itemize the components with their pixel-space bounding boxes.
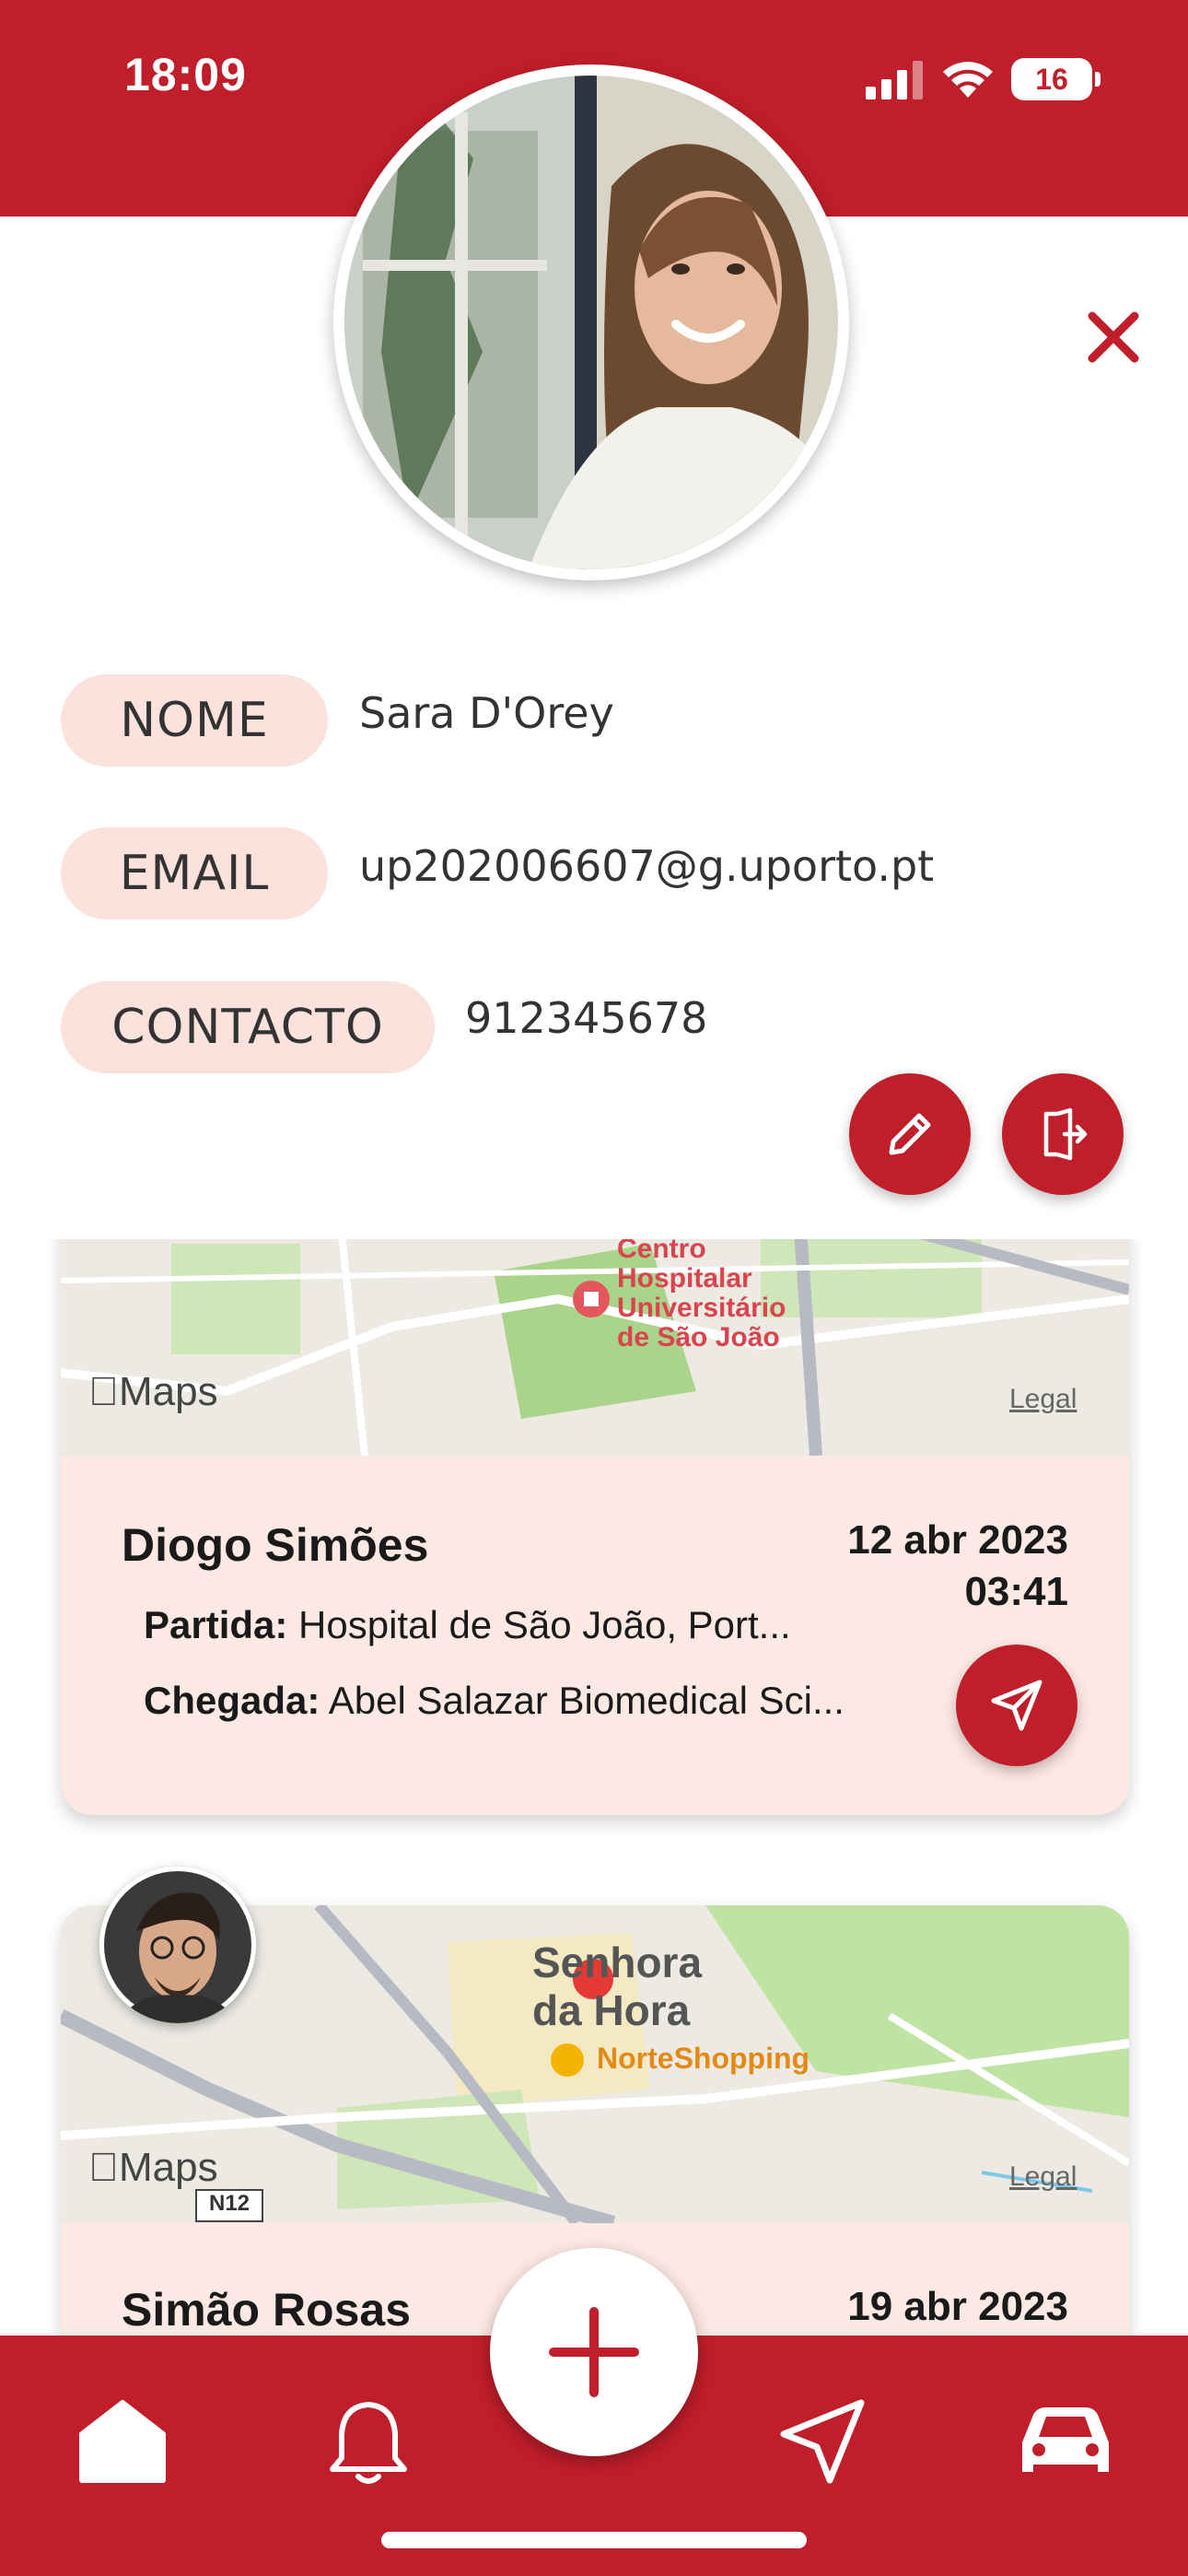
status-icons: 16 bbox=[866, 52, 1101, 107]
trip-datetime: 12 abr 2023 03:41 bbox=[847, 1515, 1068, 1618]
email-label: EMAIL bbox=[61, 827, 328, 919]
name-value: Sara D'Orey bbox=[359, 688, 614, 738]
trip-driver-name: Diogo Simões bbox=[122, 1519, 429, 1571]
tab-notifications[interactable] bbox=[309, 2382, 428, 2501]
plus-icon bbox=[549, 2307, 639, 2397]
signal-icon bbox=[866, 61, 923, 100]
close-icon[interactable] bbox=[1085, 309, 1142, 366]
contact-value: 912345678 bbox=[465, 993, 708, 1043]
trip-driver-name: Simão Rosas bbox=[122, 2284, 412, 2336]
profile-photo bbox=[344, 76, 838, 569]
apple-icon:  bbox=[88, 1369, 119, 1414]
bell-icon bbox=[330, 2402, 407, 2484]
edit-profile-button[interactable] bbox=[849, 1073, 971, 1195]
trip-send-button[interactable] bbox=[956, 1645, 1077, 1766]
map-poi-label: NorteShopping bbox=[597, 2042, 810, 2075]
trip-date: 19 abr 2023 bbox=[847, 2284, 1068, 2329]
car-icon bbox=[1022, 2407, 1109, 2472]
status-time: 18:09 bbox=[124, 49, 247, 100]
pencil-icon bbox=[889, 1113, 931, 1155]
navigation-icon bbox=[780, 2399, 865, 2484]
home-icon bbox=[79, 2400, 166, 2483]
trip-datetime: 19 abr 2023 bbox=[847, 2281, 1068, 2333]
trip-departure: Partida: Hospital de São João, Port... bbox=[144, 1603, 791, 1646]
map-legal-link[interactable]: Legal bbox=[1009, 2161, 1077, 2193]
name-label: NOME bbox=[61, 674, 328, 767]
driver-photo bbox=[104, 1871, 251, 2023]
map-legal-link[interactable]: Legal bbox=[1009, 1384, 1077, 1415]
tab-home[interactable] bbox=[63, 2382, 182, 2501]
maps-logo: Maps bbox=[88, 1369, 218, 1414]
logout-button[interactable] bbox=[1002, 1073, 1124, 1195]
email-value: up202006607@g.uporto.pt bbox=[359, 841, 935, 891]
map-place-label: Senhora da Hora bbox=[532, 1938, 703, 2034]
apple-icon:  bbox=[88, 2145, 119, 2190]
tab-car[interactable] bbox=[1006, 2382, 1125, 2501]
map-poi-label: Centro Hospitalar Universitário de São J… bbox=[617, 1234, 786, 1352]
tab-trips[interactable] bbox=[763, 2382, 882, 2501]
battery-icon: 16 bbox=[1011, 58, 1101, 100]
logout-icon bbox=[1043, 1107, 1088, 1161]
send-icon bbox=[991, 1680, 1042, 1731]
home-indicator bbox=[381, 2532, 807, 2548]
road-label: N12 bbox=[195, 2189, 263, 2222]
trip-arrival: Chegada: Abel Salazar Biomedical Sci... bbox=[144, 1679, 844, 1722]
maps-logo: Maps bbox=[88, 2145, 218, 2190]
wifi-icon bbox=[943, 62, 993, 98]
trip-time: 03:41 bbox=[964, 1569, 1068, 1614]
contact-label: CONTACTO bbox=[61, 981, 435, 1073]
trip-date: 12 abr 2023 bbox=[847, 1517, 1068, 1563]
driver-avatar[interactable] bbox=[99, 1867, 256, 2023]
trip-card[interactable]: 14 Centro Hospitalar Universitário de Sã… bbox=[61, 1188, 1129, 1815]
profile-avatar[interactable] bbox=[333, 64, 849, 580]
add-trip-button[interactable] bbox=[490, 2248, 698, 2456]
